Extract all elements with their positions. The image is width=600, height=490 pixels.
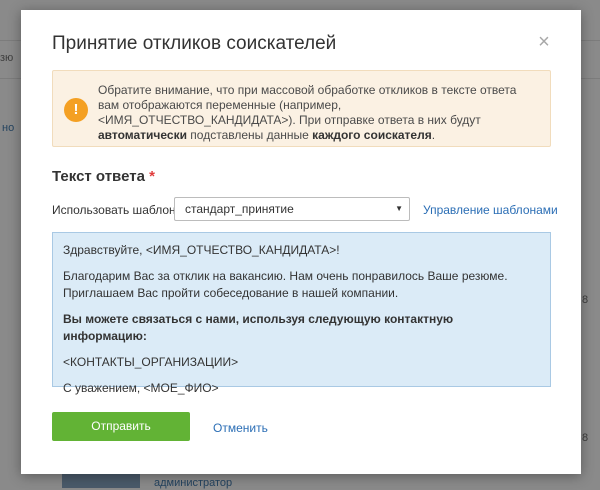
- modal-title: Принятие откликов соискателей: [52, 33, 337, 54]
- background-text: зю: [0, 52, 14, 64]
- background-text: 8: [582, 432, 589, 444]
- background-text: администратор: [154, 477, 233, 489]
- warning-icon: !: [64, 98, 88, 122]
- alert-text: Обратите внимание, что при массовой обра…: [98, 83, 538, 143]
- reply-text-heading-label: Текст ответа: [52, 168, 145, 185]
- message-body-line: Благодарим Вас за отклик на вакансию. На…: [63, 269, 508, 283]
- accept-responses-modal: Принятие откликов соискателей × ! Обрати…: [21, 10, 581, 474]
- background-text: но: [2, 122, 15, 134]
- message-greeting: Здравствуйте, <ИМЯ_ОТЧЕСТВО_КАНДИДАТА>!: [63, 243, 340, 257]
- message-body: Благодарим Вас за отклик на вакансию. На…: [63, 268, 540, 302]
- message-contacts-variable: <КОНТАКТЫ_ОРГАНИЗАЦИИ>: [63, 355, 239, 369]
- template-label: Использовать шаблон:: [52, 203, 179, 217]
- send-button[interactable]: Отправить: [52, 412, 190, 441]
- reply-text-heading: Текст ответа *: [52, 168, 155, 185]
- alert-text-part: .: [431, 128, 436, 142]
- alert-bold-automatically: автоматически: [98, 128, 187, 142]
- required-indicator: *: [149, 168, 155, 185]
- alert-text-part: подставлены данные: [186, 128, 313, 142]
- alert-text-part: Обратите внимание, что при массовой обра…: [98, 83, 517, 127]
- background-text: 8: [582, 294, 589, 306]
- chevron-down-icon: ▼: [395, 204, 403, 213]
- warning-alert: ! Обратите внимание, что при массовой об…: [52, 70, 551, 147]
- message-signature: С уважением, <МОЕ_ФИО>: [63, 381, 219, 395]
- manage-templates-link[interactable]: Управление шаблонами: [423, 203, 558, 217]
- cancel-link[interactable]: Отменить: [213, 421, 268, 435]
- message-contact-intro: Вы можете связаться с нами, используя сл…: [63, 312, 454, 343]
- close-icon[interactable]: ×: [534, 32, 554, 52]
- reply-message-editor[interactable]: Здравствуйте, <ИМЯ_ОТЧЕСТВО_КАНДИДАТА>! …: [52, 232, 551, 395]
- template-select[interactable]: стандарт_принятие ▼: [174, 197, 410, 221]
- alert-bold-each-candidate: каждого соискателя: [312, 128, 432, 142]
- template-select-value: стандарт_принятие: [185, 202, 294, 216]
- message-body-line: Приглашаем Вас пройти собеседование в на…: [63, 286, 399, 300]
